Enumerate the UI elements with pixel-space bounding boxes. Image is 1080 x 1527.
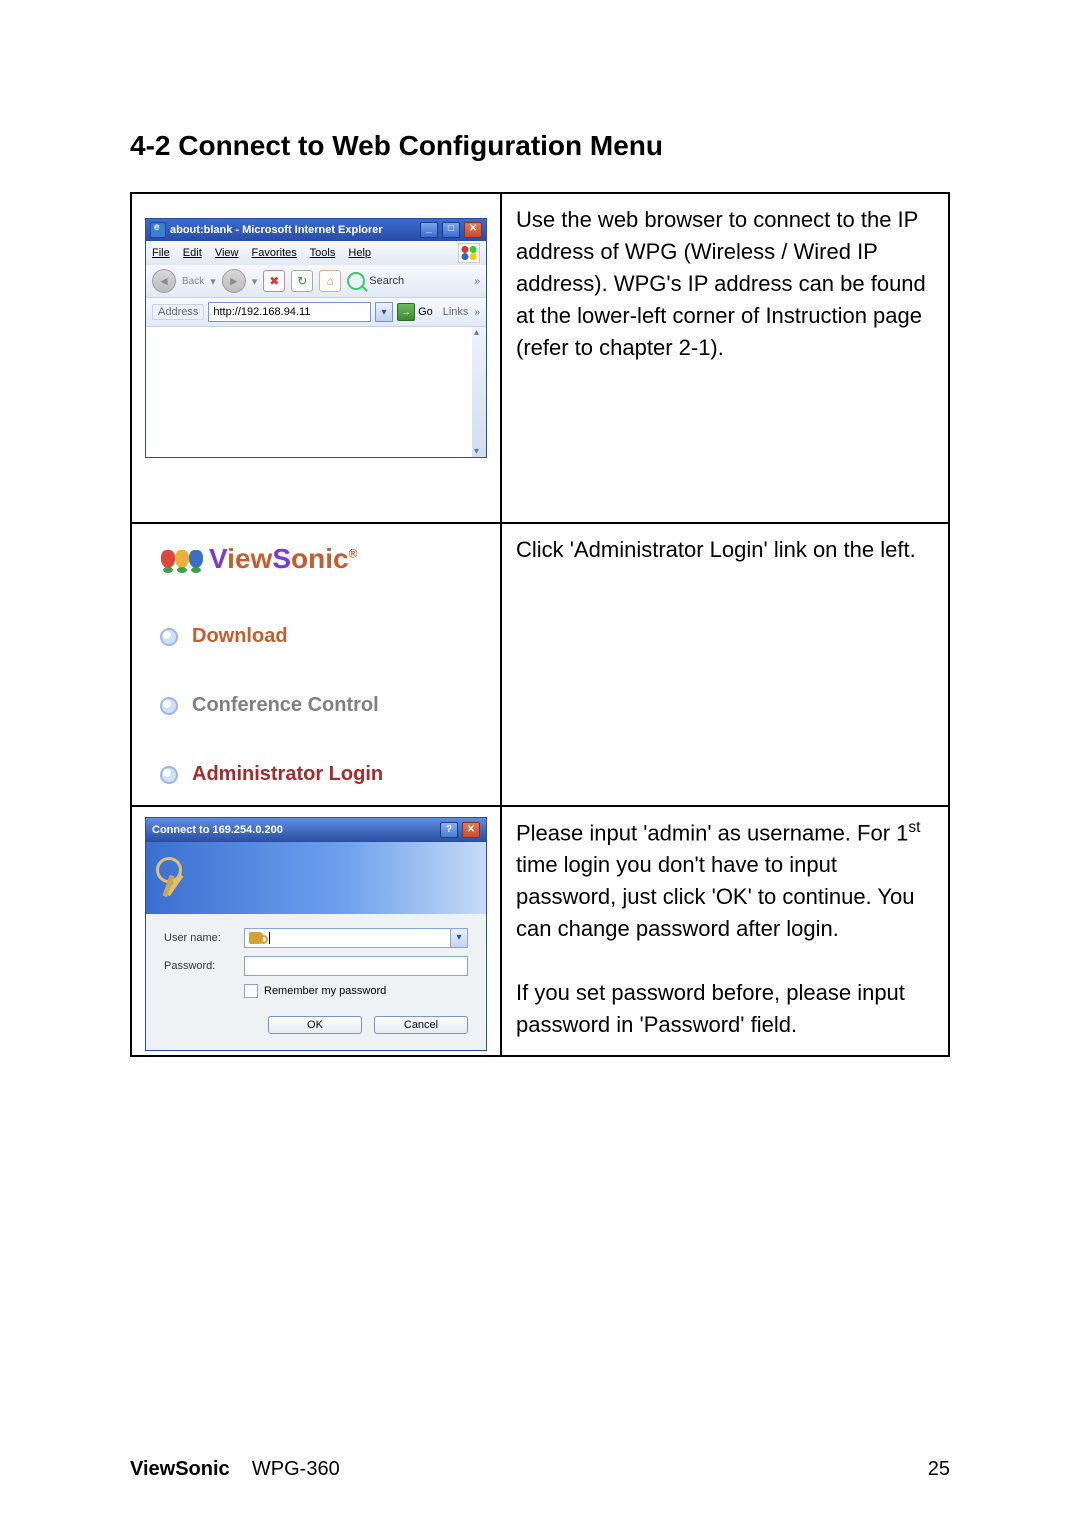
bullet-icon — [160, 628, 178, 646]
conference-control-link[interactable]: Conference Control — [160, 694, 472, 717]
checkbox-icon — [244, 984, 258, 998]
go-icon: → — [397, 303, 415, 321]
links-label[interactable]: Links — [443, 306, 469, 318]
menu-file[interactable]: File — [152, 247, 170, 259]
ie-title-text: about:blank - Microsoft Internet Explore… — [170, 224, 383, 236]
section-title: 4-2 Connect to Web Configuration Menu — [130, 130, 950, 162]
address-dropdown-icon[interactable]: ▾ — [375, 302, 393, 322]
search-icon — [347, 272, 365, 290]
viewsonic-logo: ViewSonic® — [146, 543, 486, 625]
menu-help[interactable]: Help — [348, 247, 371, 259]
menu-bar: File Edit View Favorites Tools Help — [146, 241, 486, 265]
refresh-button[interactable]: ↻ — [291, 270, 313, 292]
forward-button[interactable]: ► — [222, 269, 246, 293]
back-label: Back — [182, 276, 204, 287]
window-buttons: _ □ ✕ — [419, 222, 482, 238]
row1-text: Use the web browser to connect to the IP… — [501, 193, 949, 523]
bullet-icon — [160, 766, 178, 784]
search-button[interactable]: Search — [347, 272, 404, 290]
close-icon[interactable]: ✕ — [462, 822, 480, 838]
address-input[interactable] — [208, 302, 371, 322]
minimize-icon[interactable]: _ — [420, 222, 438, 238]
toolbar-chevron-icon[interactable]: » — [474, 276, 480, 287]
links-chevron-icon[interactable]: » — [474, 307, 480, 318]
login-banner — [146, 842, 486, 914]
download-link[interactable]: Download — [160, 625, 472, 648]
keys-icon — [156, 857, 190, 899]
key-icon — [249, 932, 263, 944]
username-dropdown-icon[interactable]: ▾ — [450, 929, 467, 947]
address-bar: Address ▾ → Go Links » — [146, 298, 486, 326]
address-label: Address — [152, 304, 204, 320]
remember-password-checkbox[interactable]: Remember my password — [244, 984, 468, 998]
password-field[interactable] — [244, 956, 468, 976]
home-button[interactable]: ⌂ — [319, 270, 341, 292]
administrator-login-link[interactable]: Administrator Login — [160, 763, 472, 786]
login-dialog: Connect to 169.254.0.200 ? ✕ User — [145, 817, 487, 1051]
row2-image-cell: ViewSonic® Download Conference Control — [131, 523, 501, 806]
menu-view[interactable]: View — [215, 247, 239, 259]
row3-text: Please input 'admin' as username. For 1s… — [501, 806, 949, 1056]
menu-favorites[interactable]: Favorites — [252, 247, 297, 259]
birds-icon — [161, 550, 203, 568]
ie-window: about:blank - Microsoft Internet Explore… — [145, 218, 487, 458]
row2-text: Click 'Administrator Login' link on the … — [501, 523, 949, 806]
instruction-table: about:blank - Microsoft Internet Explore… — [130, 192, 950, 1057]
row3-image-cell: Connect to 169.254.0.200 ? ✕ User — [131, 806, 501, 1056]
password-label: Password: — [164, 960, 244, 972]
help-icon[interactable]: ? — [440, 822, 458, 838]
username-field[interactable]: ▾ — [244, 928, 468, 948]
footer-model: WPG-360 — [252, 1458, 340, 1480]
ok-button[interactable]: OK — [268, 1016, 362, 1034]
scrollbar[interactable] — [472, 327, 486, 457]
ie-titlebar: about:blank - Microsoft Internet Explore… — [146, 219, 486, 241]
ie-icon — [150, 222, 166, 238]
back-button[interactable]: ◄ — [152, 269, 176, 293]
menu-tools[interactable]: Tools — [310, 247, 336, 259]
footer-brand: ViewSonic — [130, 1458, 230, 1480]
stop-button[interactable]: ✖ — [263, 270, 285, 292]
toolbar: ◄ Back ▾ ► ▾ ✖ ↻ ⌂ Search » — [146, 265, 486, 298]
ie-content-area — [146, 326, 486, 457]
page-footer: ViewSonic WPG-360 25 — [130, 1458, 950, 1481]
row1-image-cell: about:blank - Microsoft Internet Explore… — [131, 193, 501, 523]
page-number: 25 — [928, 1458, 950, 1481]
menu-edit[interactable]: Edit — [183, 247, 202, 259]
username-label: User name: — [164, 932, 244, 944]
cancel-button[interactable]: Cancel — [374, 1016, 468, 1034]
go-button[interactable]: → Go — [397, 303, 433, 321]
login-title-text: Connect to 169.254.0.200 — [152, 824, 283, 836]
login-titlebar: Connect to 169.254.0.200 ? ✕ — [146, 818, 486, 842]
viewsonic-panel: ViewSonic® Download Conference Control — [146, 543, 486, 786]
close-icon[interactable]: ✕ — [464, 222, 482, 238]
windows-flag-icon — [458, 243, 480, 263]
bullet-icon — [160, 697, 178, 715]
maximize-icon[interactable]: □ — [442, 222, 460, 238]
